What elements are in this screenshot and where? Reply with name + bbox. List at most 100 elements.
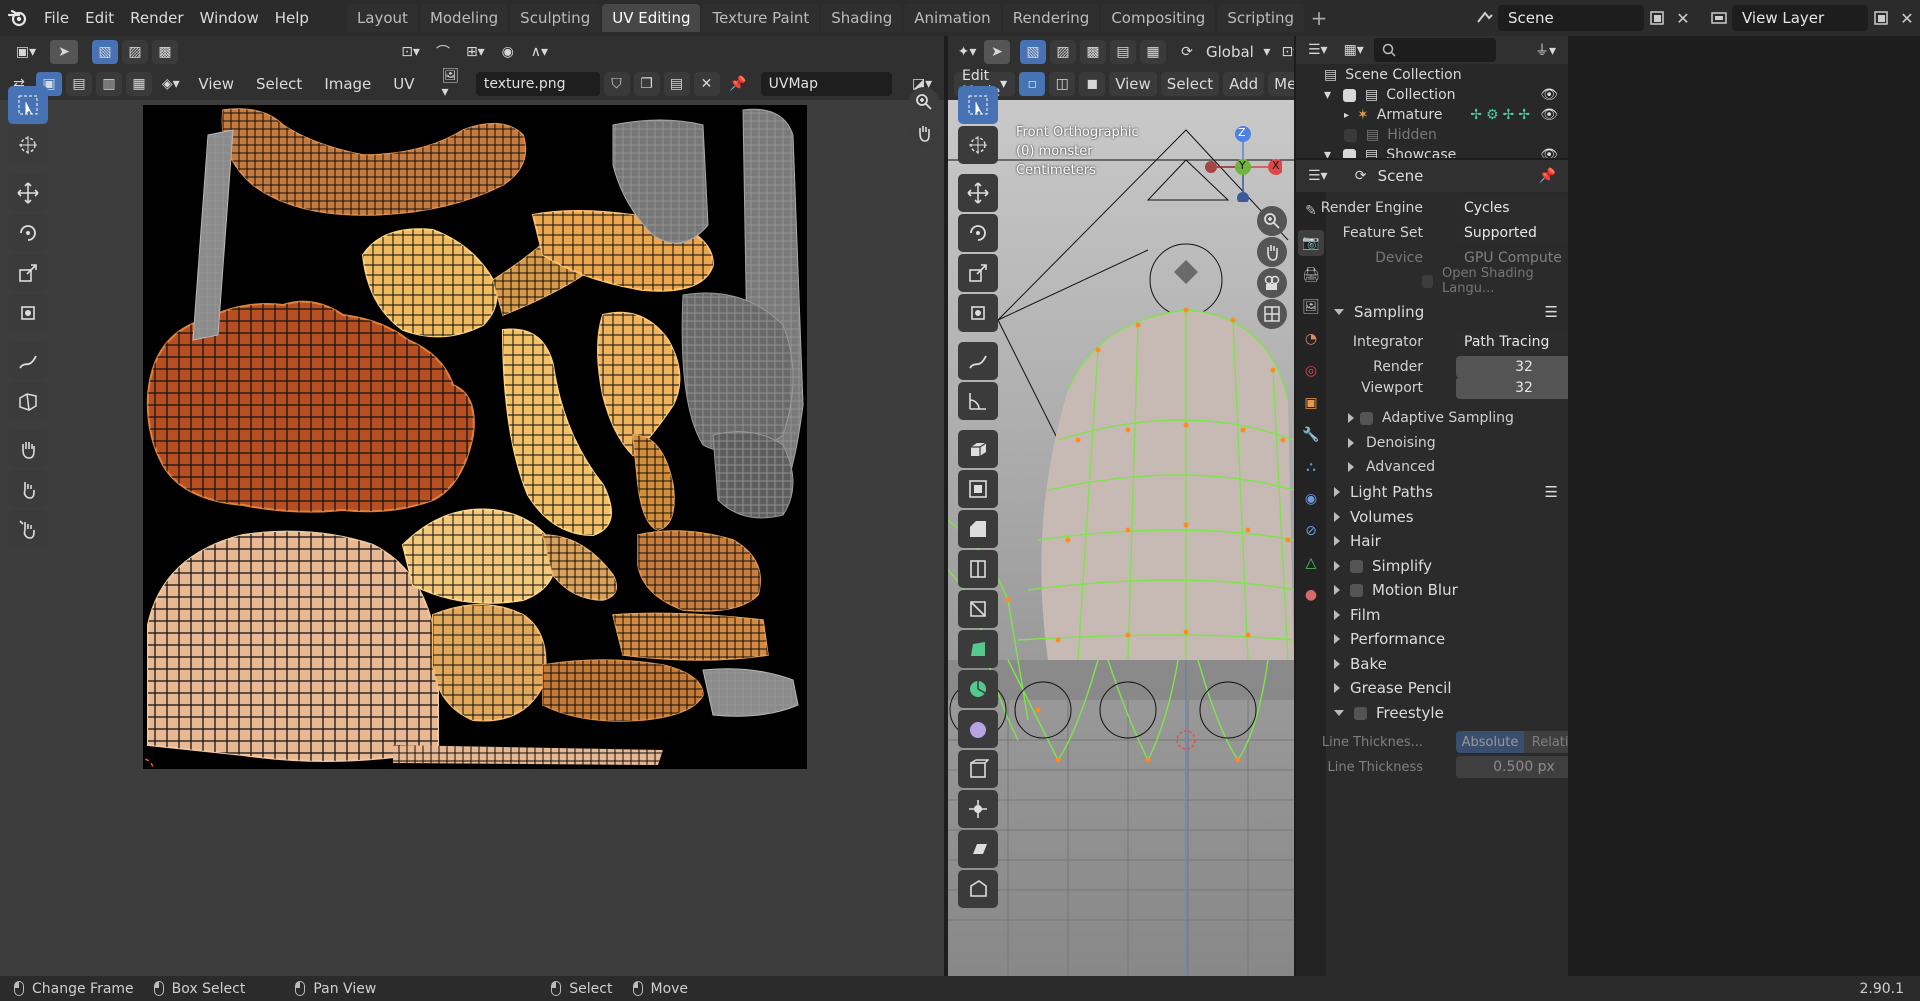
uv-pan-icon[interactable] xyxy=(909,118,939,148)
select-mode-extend-icon[interactable]: ▨ xyxy=(122,40,148,64)
menu-help[interactable]: Help xyxy=(267,9,317,27)
select-tool-toggle[interactable]: ➤ xyxy=(50,40,78,64)
denoising-subsection[interactable]: Denoising xyxy=(1348,431,1568,455)
world-tab-icon[interactable]: ◎ xyxy=(1298,358,1324,384)
uv-menu-image[interactable]: Image xyxy=(315,75,380,93)
open-shading-checkbox[interactable] xyxy=(1422,274,1434,288)
viewport-samples-field[interactable]: 32 xyxy=(1456,377,1568,399)
adaptive-sampling-checkbox[interactable] xyxy=(1360,411,1373,425)
tab-rendering[interactable]: Rendering xyxy=(1002,4,1100,32)
knife-tool-icon[interactable] xyxy=(958,590,998,628)
proportional-falloff-icon[interactable]: ∧▾ xyxy=(525,40,554,64)
tab-shading[interactable]: Shading xyxy=(821,4,903,32)
relax-tool-icon[interactable] xyxy=(8,470,48,508)
spin-tool-icon[interactable] xyxy=(958,670,998,708)
render-engine-dropdown[interactable]: Cycles⌄ xyxy=(1456,197,1568,219)
uv-island-select-icon[interactable]: ▦ xyxy=(126,72,152,96)
image-browse-icon[interactable]: 🖼▾ xyxy=(436,68,472,100)
feature-set-dropdown[interactable]: Supported⌄ xyxy=(1456,222,1568,244)
tab-animation[interactable]: Animation xyxy=(904,4,1001,32)
viewport-mode-difference-icon[interactable]: ▤ xyxy=(1110,40,1136,64)
adaptive-sampling-subsection[interactable]: Adaptive Sampling xyxy=(1348,406,1568,430)
blender-logo-icon[interactable] xyxy=(0,4,36,32)
edge-slide-icon[interactable] xyxy=(958,750,998,788)
scene-selector-icon[interactable] xyxy=(1472,5,1498,31)
rip-tool-icon[interactable] xyxy=(8,382,48,420)
fake-user-icon[interactable]: ⛉ xyxy=(603,72,630,96)
remove-scene-icon[interactable]: ✕ xyxy=(1670,5,1696,31)
shear-tool-icon[interactable] xyxy=(958,830,998,868)
hair-section[interactable]: Hair xyxy=(1334,529,1568,553)
volumes-section[interactable]: Volumes xyxy=(1334,505,1568,529)
uv-map-field[interactable]: UVMap xyxy=(760,72,893,96)
object-tab-icon[interactable]: ▣ xyxy=(1298,390,1324,416)
open-image-icon[interactable]: ▤ xyxy=(663,72,690,96)
grease-pencil-section[interactable]: Grease Pencil xyxy=(1334,676,1568,700)
outliner-row-scene-collection[interactable]: ▤ Scene Collection xyxy=(1296,65,1568,85)
eye-icon[interactable]: 👁 xyxy=(1540,147,1558,158)
simplify-checkbox[interactable] xyxy=(1350,559,1363,573)
constraints-tab-icon[interactable]: ⊘ xyxy=(1298,518,1324,544)
tab-compositing[interactable]: Compositing xyxy=(1101,4,1216,32)
menu-window[interactable]: Window xyxy=(192,9,267,27)
rotate-tool-icon[interactable] xyxy=(8,214,48,252)
editor-type-icon[interactable]: ▣▾ xyxy=(6,40,46,64)
uv-menu-select[interactable]: Select xyxy=(247,75,311,93)
viewport-pan-icon[interactable] xyxy=(1257,237,1287,267)
line-thickness-field[interactable]: 0.500 px xyxy=(1456,756,1568,778)
open-shading-row[interactable]: Open Shading Langu... xyxy=(1422,266,1568,296)
relative-option[interactable]: Relative xyxy=(1524,731,1568,753)
viewport-mode-intersect-icon[interactable]: ▦ xyxy=(1140,40,1166,64)
viewport-transform-icon[interactable] xyxy=(958,294,998,332)
new-image-icon[interactable]: ❐ xyxy=(633,72,660,96)
grab-tool-icon[interactable] xyxy=(8,430,48,468)
smooth-tool-icon[interactable] xyxy=(958,710,998,748)
proportional-edit-icon[interactable]: ◉ xyxy=(495,40,521,64)
presets-list-icon[interactable]: ☰ xyxy=(1545,303,1558,321)
light-paths-section[interactable]: Light Paths ☰ xyxy=(1334,480,1568,504)
menu-edit[interactable]: Edit xyxy=(77,9,122,27)
orientation-dropdown-icon[interactable]: ▾ xyxy=(1260,40,1274,64)
outliner-display-mode-icon[interactable]: ▦▾ xyxy=(1338,38,1370,62)
data-tab-icon[interactable]: △ xyxy=(1298,550,1324,576)
bake-section[interactable]: Bake xyxy=(1334,652,1568,676)
transform-orientation-icon[interactable]: ⟳ xyxy=(1174,40,1200,64)
scene-tab-icon[interactable]: ◔ xyxy=(1298,326,1324,352)
menu-file[interactable]: File xyxy=(36,9,77,27)
viewport-select-tool-toggle[interactable]: ➤ xyxy=(984,40,1010,64)
absolute-option[interactable]: Absolute xyxy=(1456,731,1524,753)
outliner-row-armature[interactable]: ▸ ✶ Armature ✢⚙✢✢ 👁 xyxy=(1296,105,1568,125)
image-name-field[interactable]: texture.png xyxy=(475,72,600,96)
pivot-point-icon[interactable]: ⊡▾ xyxy=(395,40,426,64)
navigation-gizmo[interactable]: Z Y X xyxy=(1202,122,1284,204)
new-view-layer-icon[interactable] xyxy=(1868,5,1894,31)
bevel-tool-icon[interactable] xyxy=(958,510,998,548)
physics-tab-icon[interactable]: ◉ xyxy=(1298,486,1324,512)
rip-region-icon[interactable] xyxy=(958,870,998,908)
edge-select-mode-icon[interactable]: ◫ xyxy=(1049,72,1076,96)
view-layer-tab-icon[interactable]: 🖼 xyxy=(1298,294,1324,320)
hidden-checkbox[interactable] xyxy=(1344,128,1357,142)
annotate-tool-icon[interactable] xyxy=(8,342,48,380)
viewport-cursor-icon[interactable] xyxy=(958,126,998,164)
tab-sculpting[interactable]: Sculpting xyxy=(510,4,601,32)
expand-icon[interactable]: ▸ xyxy=(1344,110,1349,121)
remove-view-layer-icon[interactable]: ✕ xyxy=(1894,5,1920,31)
viewport-mode-new-icon[interactable]: ▧ xyxy=(1020,40,1046,64)
material-tab-icon[interactable]: ● xyxy=(1298,582,1324,608)
menu-render[interactable]: Render xyxy=(122,9,191,27)
motion-blur-checkbox[interactable] xyxy=(1350,583,1363,597)
camera-view-icon[interactable] xyxy=(1257,268,1287,298)
sampling-section-header[interactable]: Sampling ☰ xyxy=(1334,300,1568,324)
shrink-fatten-icon[interactable] xyxy=(958,790,998,828)
outliner-row-hidden[interactable]: ▤ Hidden xyxy=(1296,125,1568,145)
viewport-rotate-icon[interactable] xyxy=(958,214,998,252)
viewport-menu-add[interactable]: Add xyxy=(1223,72,1265,96)
vertex-select-mode-icon[interactable]: ▫ xyxy=(1019,72,1046,96)
new-scene-icon[interactable] xyxy=(1644,5,1670,31)
snap-target-icon[interactable]: ⊞▾ xyxy=(460,40,491,64)
tab-texture-paint[interactable]: Texture Paint xyxy=(702,4,820,32)
transform-orientation-label[interactable]: Global xyxy=(1204,43,1256,61)
viewport-editor-type-icon[interactable]: ✦▾ xyxy=(954,40,980,64)
snap-icon[interactable]: ⌒ xyxy=(430,40,456,64)
